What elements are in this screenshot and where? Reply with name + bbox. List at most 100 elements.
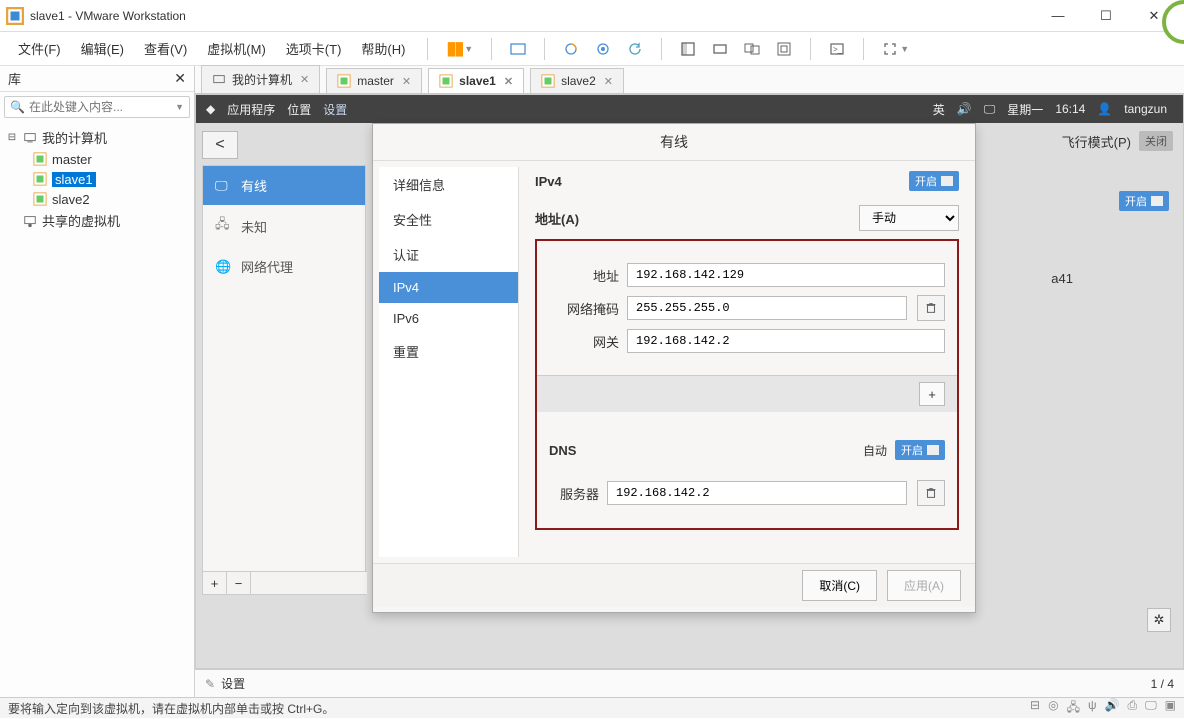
menubar: 文件(F) 编辑(E) 查看(V) 虚拟机(M) 选项卡(T) 帮助(H) ▮▮… [0, 32, 1184, 66]
maximize-button[interactable]: ☐ [1092, 6, 1120, 26]
gnome-activities-icon[interactable]: ◆ [206, 102, 215, 116]
tab-close-icon[interactable]: ✕ [604, 75, 613, 88]
dns-server-input[interactable] [607, 481, 907, 505]
vm-tab-home[interactable]: 我的计算机 ✕ [201, 65, 320, 93]
snapshot-manager-button[interactable] [589, 39, 617, 59]
home-icon [212, 73, 226, 87]
airplane-mode-row: 飞行模式(P) 关闭 [1062, 131, 1173, 151]
ipv4-method-select[interactable]: 手动 [859, 205, 959, 231]
menu-file[interactable]: 文件(F) [10, 35, 69, 62]
gnome-ime[interactable]: 英 [933, 101, 945, 118]
library-search-input[interactable] [4, 96, 190, 118]
ipv4-gateway-input[interactable] [627, 329, 945, 353]
airplane-toggle[interactable]: 关闭 [1139, 131, 1173, 151]
status-more-icon[interactable]: ▣ [1165, 698, 1176, 719]
back-button[interactable]: < [202, 131, 238, 159]
guest-desktop[interactable]: ◆ 应用程序 位置 设置 英 🔊 🖵 星期一 16:14 👤 tangzun < [195, 94, 1184, 669]
tab-close-icon[interactable]: ✕ [504, 75, 513, 88]
multi-monitor-button[interactable] [738, 39, 766, 59]
delete-address-button[interactable] [917, 295, 945, 321]
send-ctrl-alt-del-button[interactable] [504, 39, 532, 59]
ipv4-address-input[interactable] [627, 263, 945, 287]
tree-vm-master[interactable]: master [2, 149, 192, 169]
net-add-button[interactable]: + [203, 572, 227, 594]
tree-root-my-computer[interactable]: ⊟ 我的计算机 [2, 126, 192, 149]
page-counter: 1 / 4 [1151, 677, 1174, 691]
tree-vm-slave2[interactable]: slave2 [2, 189, 192, 209]
vm-tab-slave2[interactable]: slave2 ✕ [530, 68, 624, 93]
revert-snapshot-button[interactable] [621, 39, 649, 59]
status-cd-icon[interactable]: ◎ [1048, 698, 1058, 719]
fullscreen-button[interactable] [674, 39, 702, 59]
computer-icon [23, 131, 37, 145]
ethernet-toggle[interactable]: 开启 [1119, 191, 1169, 211]
stretch-button[interactable] [770, 39, 798, 59]
status-net-icon[interactable]: 🖧 [1067, 698, 1080, 719]
bottom-settings-row: ✎ 设置 1 / 4 [195, 669, 1184, 697]
network-gear-button[interactable]: ✲ [1147, 608, 1171, 632]
vm-icon [541, 74, 555, 88]
side-security[interactable]: 安全性 [379, 202, 518, 237]
addr-label: 地址 [549, 266, 619, 285]
gnome-time[interactable]: 16:14 [1055, 102, 1085, 116]
gnome-day[interactable]: 星期一 [1007, 101, 1043, 118]
vmware-icon [6, 7, 24, 25]
window-titlebar: slave1 - VMware Workstation — ☐ ✕ [0, 0, 1184, 32]
vm-tab-master[interactable]: master ✕ [326, 68, 422, 93]
cancel-button[interactable]: 取消(C) [802, 570, 877, 601]
side-reset[interactable]: 重置 [379, 334, 518, 369]
gnome-user-icon[interactable]: 👤 [1097, 102, 1112, 116]
status-sound-icon[interactable]: 🔊 [1105, 698, 1120, 719]
gnome-user[interactable]: tangzun [1124, 102, 1167, 116]
ipv4-heading: IPv4 [535, 174, 909, 189]
vm-tab-slave1[interactable]: slave1 ✕ [428, 68, 524, 93]
network-proxy[interactable]: 🌐网络代理 [203, 247, 365, 286]
pause-vm-button[interactable]: ▮▮▼ [440, 36, 479, 61]
status-printer-icon[interactable]: ⎙ [1127, 698, 1137, 719]
library-close-icon[interactable]: ✕ [174, 70, 186, 87]
menu-view[interactable]: 查看(V) [136, 35, 195, 62]
network-wired[interactable]: 🖵有线 [203, 166, 365, 205]
dns-server-label: 服务器 [549, 484, 599, 503]
tree-shared-vms[interactable]: 共享的虚拟机 [2, 209, 192, 232]
menu-edit[interactable]: 编辑(E) [73, 35, 132, 62]
tab-close-icon[interactable]: ✕ [300, 73, 309, 86]
dns-auto-toggle[interactable]: 开启 [895, 440, 945, 460]
add-address-button[interactable]: + [919, 382, 945, 406]
net-remove-button[interactable]: − [227, 572, 251, 594]
side-ipv6[interactable]: IPv6 [379, 303, 518, 334]
side-details[interactable]: 详细信息 [379, 167, 518, 202]
wired-settings-dialog: 有线 详细信息 安全性 认证 IPv4 IPv6 重置 IPv4 [372, 123, 976, 613]
ipv4-toggle[interactable]: 开启 [909, 171, 959, 191]
snapshot-button[interactable] [557, 39, 585, 59]
side-auth[interactable]: 认证 [379, 237, 518, 272]
console-button[interactable]: >_ [823, 39, 851, 59]
status-disk-icon[interactable]: ⊟ [1030, 698, 1040, 719]
proxy-icon: 🌐 [215, 259, 231, 275]
ipv4-netmask-input[interactable] [627, 296, 907, 320]
gnome-volume-icon[interactable]: 🔊 [957, 102, 972, 116]
bottom-settings-label[interactable]: 设置 [221, 675, 245, 692]
gnome-applications[interactable]: 应用程序 [227, 101, 275, 118]
status-display-icon[interactable]: 🖵 [1145, 698, 1157, 719]
gnome-monitor-icon[interactable]: 🖵 [984, 102, 996, 117]
delete-dns-button[interactable] [917, 480, 945, 506]
dns-heading: DNS [549, 443, 863, 458]
network-unknown[interactable]: 🖧未知 [203, 205, 365, 247]
vm-icon [439, 74, 453, 88]
side-ipv4[interactable]: IPv4 [379, 272, 518, 303]
menu-tabs[interactable]: 选项卡(T) [278, 35, 350, 62]
unity-button[interactable] [706, 39, 734, 59]
menu-help[interactable]: 帮助(H) [353, 35, 413, 62]
autofit-button[interactable]: ▼ [876, 39, 915, 59]
menu-vm[interactable]: 虚拟机(M) [199, 35, 274, 62]
status-usb-icon[interactable]: ψ [1088, 698, 1097, 719]
gnome-places[interactable]: 位置 [287, 101, 311, 118]
apply-button[interactable]: 应用(A) [887, 570, 961, 601]
minimize-button[interactable]: — [1044, 6, 1072, 26]
tree-vm-slave1[interactable]: slave1 [2, 169, 192, 189]
tab-close-icon[interactable]: ✕ [402, 75, 411, 88]
search-dropdown-icon[interactable]: ▼ [175, 102, 184, 112]
gnome-settings[interactable]: 设置 [323, 101, 347, 118]
content-area: 我的计算机 ✕ master ✕ slave1 ✕ slave2 ✕ ◆ [195, 66, 1184, 697]
